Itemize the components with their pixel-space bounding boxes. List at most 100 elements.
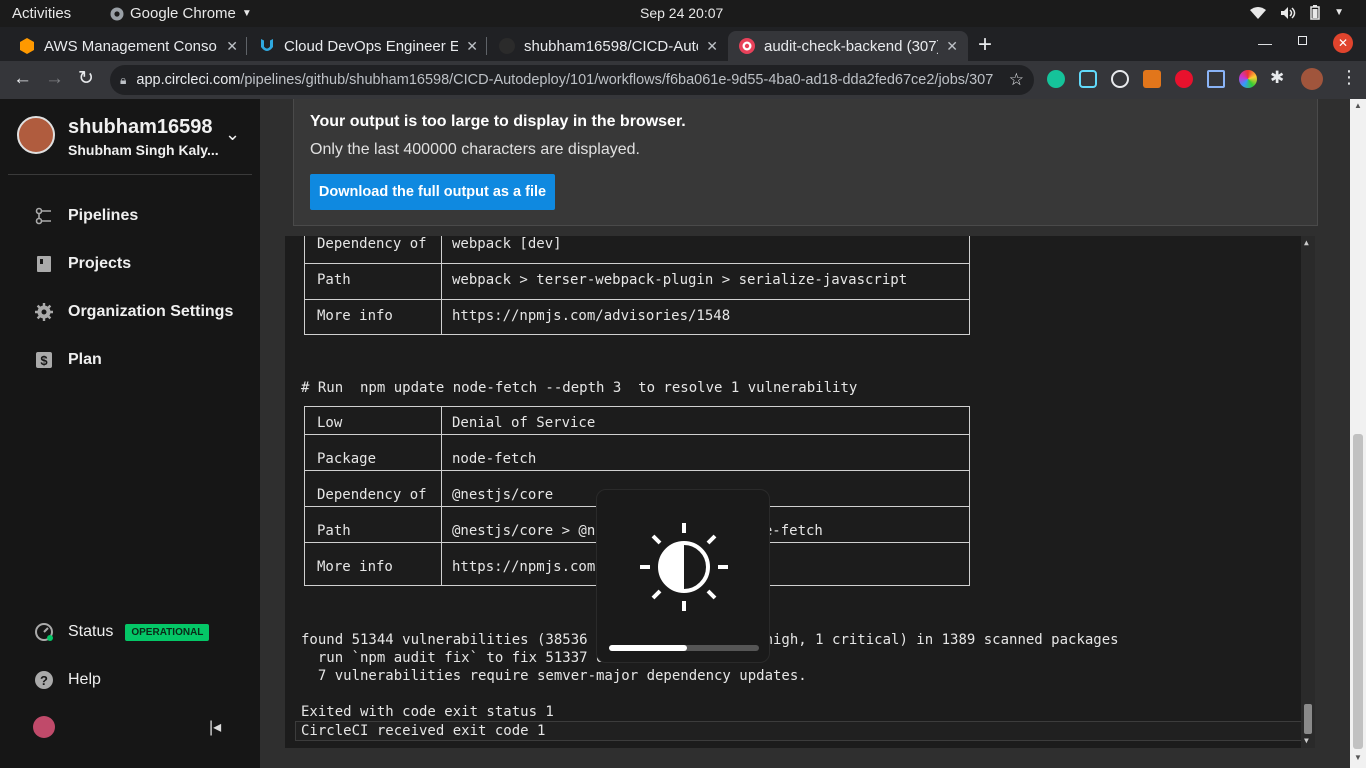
chevron-down-icon: ▼: [241, 8, 252, 19]
bookmark-star-icon[interactable]: ☆: [1009, 70, 1024, 90]
tab-strip: AWS Management Conso ✕ Cloud DevOps Engi…: [0, 27, 1366, 61]
close-window-button[interactable]: ✕: [1333, 33, 1353, 53]
job-output-panel: Your output is too large to display in t…: [260, 99, 1350, 768]
brightness-level-track: [609, 645, 759, 651]
react-devtools-icon[interactable]: [1079, 70, 1097, 88]
back-icon[interactable]: ←: [13, 68, 32, 90]
table-cell: https://npmjs.com/advisories/1548: [452, 308, 731, 324]
extension-target-icon[interactable]: [1111, 70, 1129, 88]
exit-code-line: CircleCI received exit code 1: [295, 721, 1302, 741]
minimize-button[interactable]: —: [1258, 35, 1272, 51]
table-cell: Dependency of: [317, 487, 427, 503]
console-line: run `npm audit fix` to fix 51337 o: [301, 650, 605, 666]
clock[interactable]: Sep 24 20:07: [640, 5, 723, 21]
battery-icon: [1310, 5, 1320, 20]
table-cell: node-fetch: [452, 451, 537, 467]
table-cell: webpack > terser-webpack-plugin > serial…: [452, 272, 908, 288]
system-top-bar: Activities Google Chrome ▼ Sep 24 20:07 …: [0, 0, 1366, 27]
console-line: # Run npm update node-fetch --depth 3 to…: [301, 380, 858, 396]
grammarly-icon[interactable]: [1047, 70, 1065, 88]
maximize-button[interactable]: [1298, 36, 1307, 45]
console-scrollbar[interactable]: ▲ ▼: [1301, 236, 1315, 748]
app-name: Google Chrome: [130, 5, 236, 22]
chrome-icon: [110, 7, 124, 20]
collapse-sidebar-icon[interactable]: |◂: [209, 717, 221, 737]
profile-avatar[interactable]: [1301, 68, 1323, 90]
avatar[interactable]: [33, 716, 55, 738]
tab-title: shubham16598/CICD-Auto: [524, 37, 699, 55]
lock-icon: 🔒︎: [120, 72, 127, 87]
tab-title: AWS Management Conso: [44, 37, 217, 55]
tab-udacity[interactable]: Cloud DevOps Engineer E ✕: [248, 31, 488, 61]
table-cell: https://npmjs.com: [452, 559, 596, 575]
sidebar-item-label: Plan: [68, 351, 102, 368]
sidebar-item-status[interactable]: Status OPERATIONAL: [34, 622, 210, 642]
console-line: CircleCI received exit code 1: [301, 723, 546, 739]
status-gauge-icon: [35, 623, 53, 641]
download-output-button[interactable]: Download the full output as a file: [310, 174, 555, 210]
extensions-puzzle-icon[interactable]: ✱: [1270, 68, 1284, 88]
browser-toolbar: ← → ↻ 🔒︎ app.circleci.com/pipelines/gith…: [0, 61, 1366, 99]
table-cell: webpack [dev]: [452, 236, 562, 252]
sidebar-item-label: Help: [68, 671, 101, 688]
tab-title: audit-check-backend (307): [764, 37, 939, 55]
page-scrollbar[interactable]: ▲ ▼: [1350, 99, 1366, 768]
table-cell: More info: [317, 559, 393, 575]
aws-icon: [20, 38, 34, 54]
wifi-icon: [1250, 6, 1267, 19]
circleci-icon: [739, 38, 755, 54]
activities-button[interactable]: Activities: [12, 5, 71, 22]
brightness-icon: [640, 523, 728, 611]
tab-title: Cloud DevOps Engineer E: [284, 37, 459, 55]
sidebar-item-label: Projects: [68, 255, 132, 272]
dollar-icon: $: [36, 352, 52, 368]
output-too-large-banner: Your output is too large to display in t…: [293, 99, 1318, 226]
sidebar-item-plan[interactable]: $ Plan: [34, 350, 102, 370]
sidebar-item-label: Pipelines: [68, 207, 139, 224]
console-line: 7 vulnerabilities require semver-major d…: [301, 668, 807, 684]
status-badge: OPERATIONAL: [125, 623, 210, 641]
table-cell: Package: [317, 451, 377, 467]
screenshot-icon[interactable]: [1207, 70, 1225, 88]
system-tray[interactable]: ▼: [1250, 5, 1344, 20]
color-picker-icon[interactable]: [1239, 70, 1257, 88]
reload-icon[interactable]: ↻: [78, 67, 94, 90]
udacity-icon: [261, 39, 273, 51]
forward-icon[interactable]: →: [45, 68, 64, 90]
brightness-osd: [596, 489, 770, 663]
avatar: [17, 116, 55, 154]
metamask-icon[interactable]: [1143, 70, 1161, 88]
help-icon: ?: [35, 671, 53, 689]
address-bar[interactable]: 🔒︎ app.circleci.com/pipelines/github/shu…: [110, 65, 1034, 95]
sidebar-item-projects[interactable]: Projects: [34, 254, 131, 274]
close-icon[interactable]: ✕: [706, 38, 718, 55]
close-icon[interactable]: ✕: [226, 38, 238, 55]
tab-aws[interactable]: AWS Management Conso ✕: [8, 31, 248, 61]
pipelines-icon: [35, 207, 51, 225]
chevron-down-icon[interactable]: ⌄: [225, 124, 240, 145]
sidebar-item-organization-settings[interactable]: Organization Settings: [34, 302, 233, 322]
console-output[interactable]: Dependency of webpack [dev] Path webpack…: [285, 236, 1315, 748]
url-host: app.circleci.com: [136, 72, 241, 88]
table-cell: @nestjs/core: [452, 487, 554, 503]
scrollbar-thumb[interactable]: [1353, 434, 1363, 749]
sidebar-item-pipelines[interactable]: Pipelines: [34, 206, 138, 226]
app-menu[interactable]: Google Chrome ▼: [110, 5, 252, 22]
projects-icon: [37, 256, 51, 272]
close-icon[interactable]: ✕: [466, 38, 478, 55]
close-icon[interactable]: ✕: [946, 38, 958, 55]
tab-github[interactable]: shubham16598/CICD-Auto ✕: [488, 31, 728, 61]
banner-title: Your output is too large to display in t…: [310, 113, 686, 130]
banner-subtitle: Only the last 400000 characters are disp…: [310, 141, 640, 158]
chevron-down-icon: ▼: [1334, 7, 1344, 18]
svg-text:?: ?: [40, 673, 48, 688]
table-cell: Low: [317, 415, 343, 431]
tab-circleci[interactable]: audit-check-backend (307) ✕: [728, 31, 968, 61]
adblock-icon[interactable]: [1175, 70, 1193, 88]
sidebar: shubham16598 Shubham Singh Kaly... ⌄ Pip…: [0, 99, 260, 768]
kebab-menu-icon[interactable]: ⋮: [1340, 67, 1358, 88]
sidebar-item-help[interactable]: ? Help: [34, 670, 101, 690]
full-name: Shubham Singh Kaly...: [68, 142, 219, 158]
user-switcher[interactable]: shubham16598 Shubham Singh Kaly... ⌄: [15, 114, 250, 160]
new-tab-button[interactable]: +: [978, 31, 992, 59]
